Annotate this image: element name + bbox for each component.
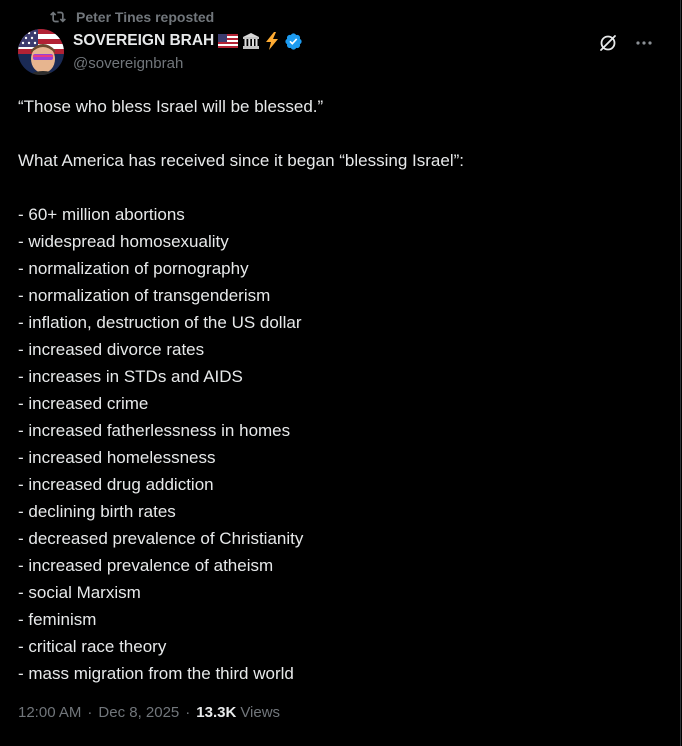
list-item: - declining birth rates — [18, 502, 176, 521]
views-label: Views — [240, 704, 281, 721]
meta-separator: · — [87, 704, 93, 721]
classical-building-emoji — [242, 32, 260, 50]
repost-text: Peter Tines reposted — [76, 9, 215, 25]
grok-button[interactable] — [597, 32, 619, 54]
tweet-time[interactable]: 12:00 AM — [18, 704, 81, 721]
verified-badge-icon[interactable] — [284, 32, 303, 51]
list-item: - increased drug addiction — [18, 475, 214, 494]
avatar[interactable] — [18, 29, 64, 75]
tweet-date[interactable]: Dec 8, 2025 — [98, 704, 179, 721]
header-actions — [583, 32, 655, 54]
list-item: - decreased prevalence of Christianity — [18, 529, 304, 548]
list-item: - normalization of pornography — [18, 259, 249, 278]
list-item: - inflation, destruction of the US dolla… — [18, 313, 302, 332]
list-item: - social Marxism — [18, 583, 141, 602]
tweet-intro: “Those who bless Israel will be blessed.… — [18, 97, 324, 116]
grok-icon — [600, 35, 616, 51]
list-item: - 60+ million abortions — [18, 205, 185, 224]
list-item: - increased crime — [18, 394, 149, 413]
lightning-emoji — [264, 32, 280, 50]
views-count[interactable]: 13.3K — [196, 704, 236, 721]
list-item: - feminism — [18, 610, 97, 629]
author-header: SOVEREIGN BRAH @sovereignbrah — [73, 29, 580, 75]
tweet-card: Peter Tines reposted SOVEREIGN BRAH @sov… — [0, 0, 681, 746]
tweet-text: “Those who bless Israel will be blessed.… — [18, 93, 658, 687]
tweet-meta: 12:00 AM · Dec 8, 2025 · 13.3K Views — [18, 704, 280, 721]
list-item: - widespread homosexuality — [18, 232, 229, 251]
list-item: - increased prevalence of atheism — [18, 556, 274, 575]
tweet-lead: What America has received since it began… — [18, 151, 464, 170]
author-name-row[interactable]: SOVEREIGN BRAH — [73, 29, 580, 53]
author-handle[interactable]: @sovereignbrah — [73, 53, 580, 75]
list-item: - critical race theory — [18, 637, 167, 656]
tweet-list: - 60+ million abortions - widespread hom… — [18, 201, 658, 687]
meta-separator: · — [185, 704, 191, 721]
list-item: - normalization of transgenderism — [18, 286, 271, 305]
list-item: - increased fatherlessness in homes — [18, 421, 291, 440]
list-item: - mass migration from the third world — [18, 664, 294, 683]
avatar-image — [18, 29, 64, 75]
list-item: - increases in STDs and AIDS — [18, 367, 243, 386]
repost-icon — [50, 11, 66, 23]
repost-indicator[interactable]: Peter Tines reposted — [50, 7, 214, 27]
author-name[interactable]: SOVEREIGN BRAH — [73, 32, 214, 50]
list-item: - increased homelessness — [18, 448, 216, 467]
more-icon — [636, 41, 652, 45]
list-item: - increased divorce rates — [18, 340, 205, 359]
more-button[interactable] — [633, 32, 655, 54]
us-flag-emoji — [218, 34, 239, 48]
